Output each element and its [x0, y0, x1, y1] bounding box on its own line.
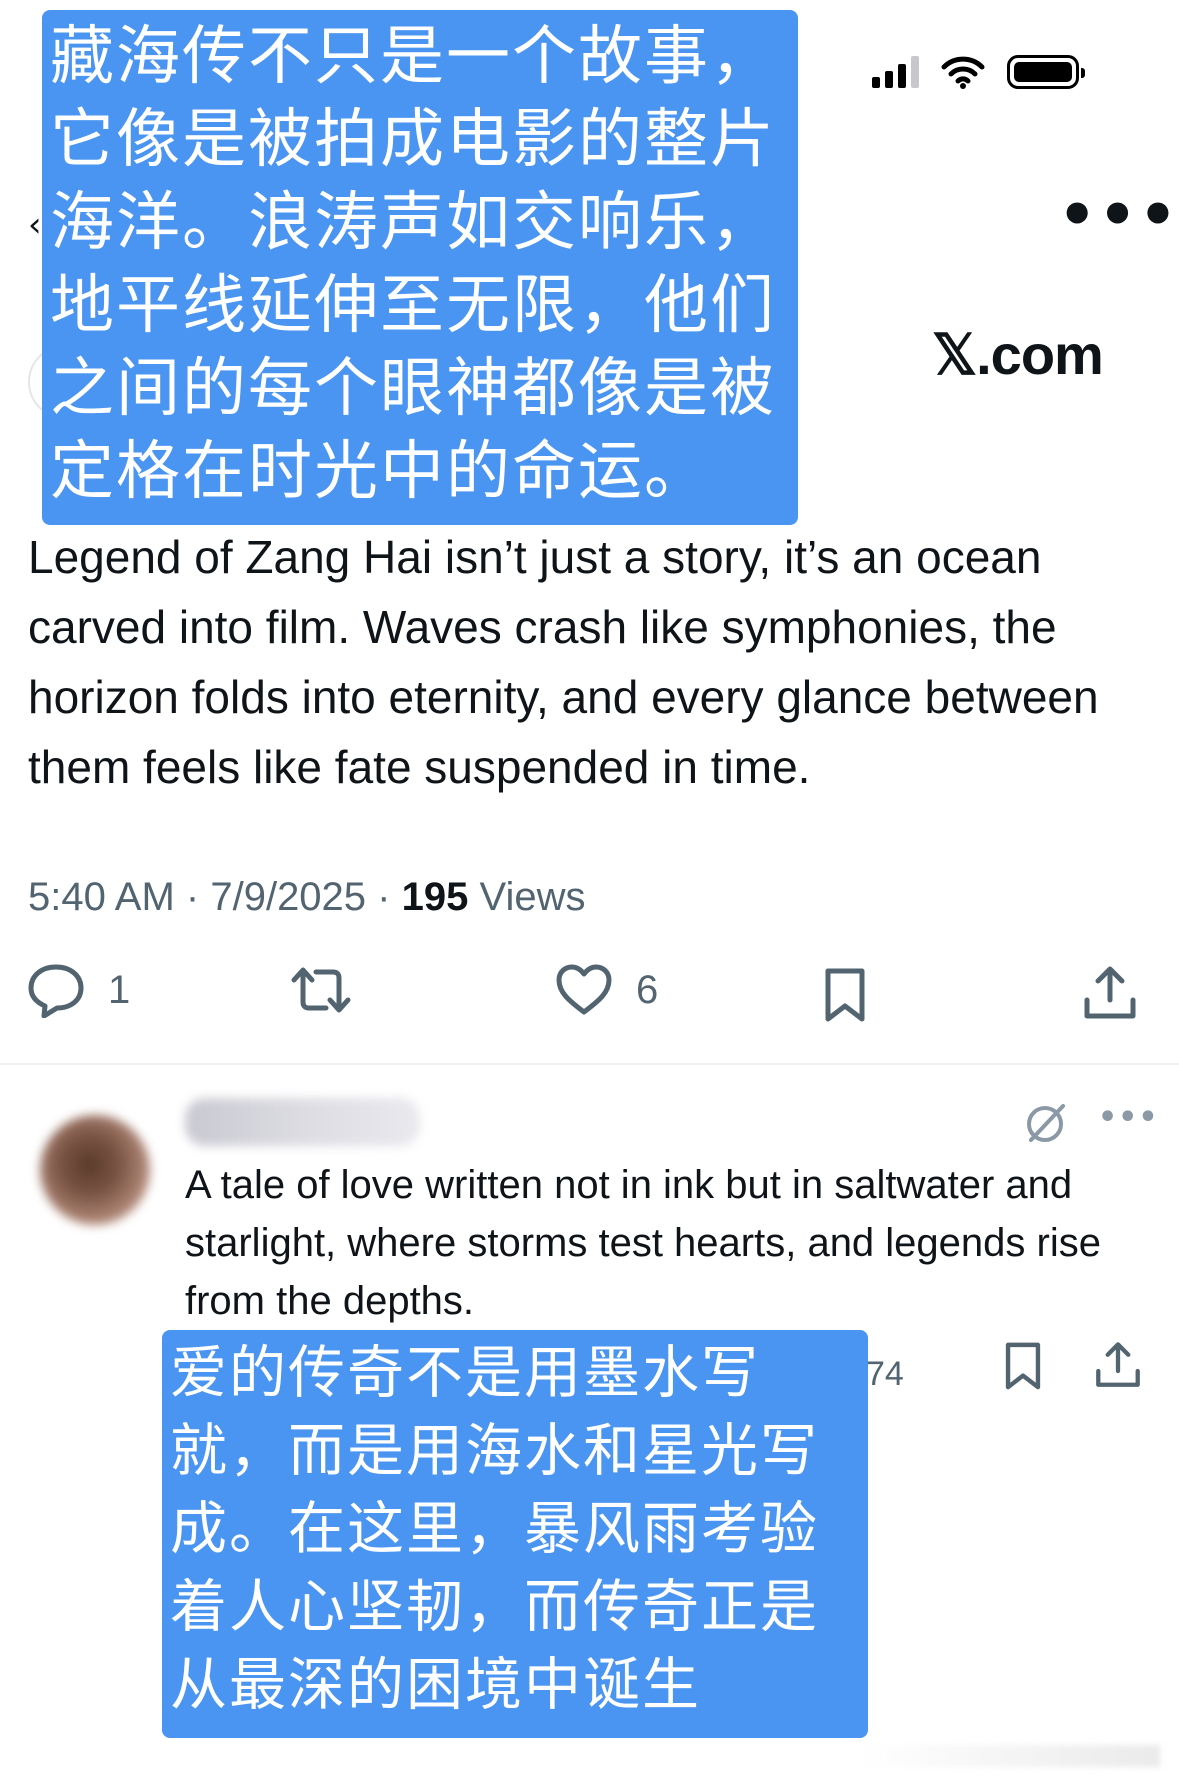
grok-icon[interactable] [1023, 1100, 1069, 1146]
divider [0, 1063, 1179, 1065]
reply-avatar[interactable] [40, 1115, 150, 1225]
bookmark-button[interactable] [820, 966, 870, 1024]
signal-icon [872, 56, 919, 88]
reply-text: A tale of love written not in ink but in… [185, 1163, 1101, 1323]
heart-icon [556, 964, 612, 1015]
overlay-line: 从最深的困境中诞生 [170, 1652, 701, 1718]
reply-author-name-blurred[interactable] [185, 1098, 420, 1146]
views-count[interactable]: 195 [402, 875, 469, 919]
overlay-line: 爱的传奇不是用墨水写 [170, 1340, 760, 1406]
share-button[interactable] [1082, 964, 1138, 1022]
translation-overlay-top: 藏海传不只是一个故事， 它像是被拍成电影的整片 海洋。浪涛声如交响乐， 地平线延… [42, 10, 798, 525]
overlay-line: 海洋。浪涛声如交响乐， [50, 186, 776, 260]
reply-bookmark-button[interactable] [1001, 1340, 1045, 1392]
overlay-line: 它像是被拍成电影的整片 [50, 103, 776, 177]
like-button[interactable]: 6 [554, 962, 658, 1018]
reply-share-button[interactable] [1094, 1340, 1142, 1390]
meta-separator: · [377, 875, 391, 919]
tweet-meta: 5:40 AM · 7/9/2025 · 195 Views [28, 875, 585, 920]
reply-count: 1 [108, 967, 131, 1012]
watermark: 𝕏.com [932, 323, 1104, 386]
overlay-line: 地平线延伸至无限，他们 [50, 269, 776, 343]
overlay-line: 成。在这里，暴风雨考验 [170, 1496, 819, 1562]
overlay-line: 之间的每个眼神都像是被 [50, 352, 776, 426]
reply-views-count[interactable]: 74 [866, 1355, 904, 1394]
overlay-line: 着人心坚韧，而传奇正是 [170, 1574, 819, 1640]
status-bar [872, 55, 1085, 89]
like-count: 6 [636, 967, 659, 1012]
reply-more-button[interactable]: ••• [1098, 1100, 1159, 1135]
repost-button[interactable] [288, 962, 376, 1018]
views-label[interactable]: Views [480, 875, 586, 919]
wifi-icon [941, 56, 985, 89]
bookmark-icon [1005, 1342, 1041, 1390]
tweet-time: 5:40 AM [28, 875, 175, 919]
translation-overlay-bottom: 爱的传奇不是用墨水写 就，而是用海水和星光写 成。在这里，暴风雨考验 着人心坚韧… [162, 1330, 868, 1738]
share-icon [1096, 1342, 1140, 1387]
more-options-button[interactable]: ••• [1058, 185, 1179, 245]
reply-button[interactable]: 1 [26, 962, 130, 1018]
meta-separator: · [185, 875, 200, 919]
tweet-date: 7/9/2025 [210, 875, 367, 919]
overlay-line: 就，而是用海水和星光写 [170, 1418, 819, 1484]
reply-icon [28, 964, 84, 1018]
repost-icon [291, 967, 351, 1013]
share-icon [1084, 966, 1136, 1019]
bookmark-icon [825, 968, 865, 1022]
back-button[interactable]: ‹ [28, 205, 42, 245]
overlay-line: 藏海传不只是一个故事， [50, 20, 776, 94]
overlay-line: 定格在时光中的命运。 [50, 435, 710, 509]
tweet-text: Legend of Zang Hai isn’t just a story, i… [28, 531, 1099, 793]
image-watermark-blur [860, 1745, 1160, 1767]
battery-icon [1007, 55, 1085, 89]
